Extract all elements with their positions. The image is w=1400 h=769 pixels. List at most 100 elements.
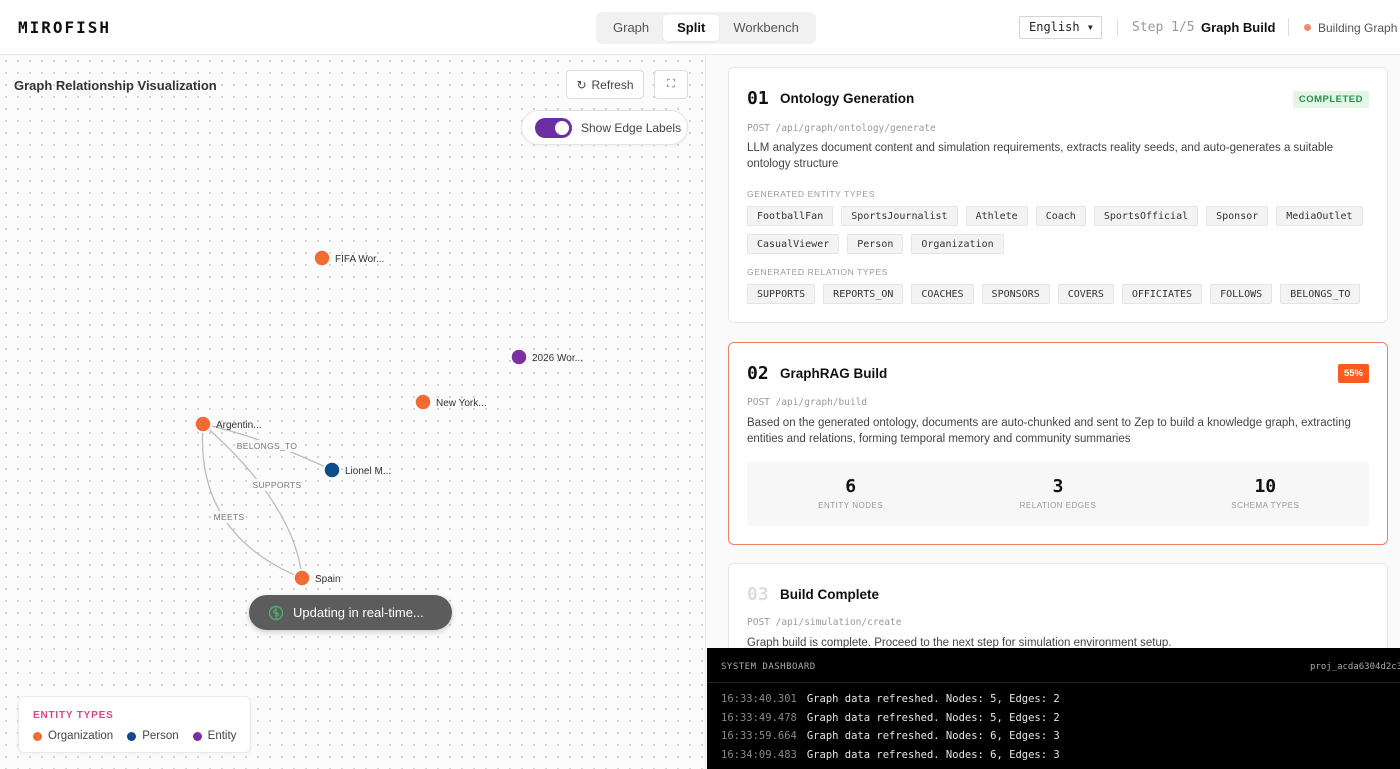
relation-types-label: GENERATED RELATION TYPES xyxy=(747,267,888,277)
relation-type-chip: OFFICIATES xyxy=(1121,284,1203,304)
legend-item-organization: Organization xyxy=(33,730,113,742)
build-status: Building Graph xyxy=(1318,21,1398,35)
relation-type-chip: SPONSORS xyxy=(981,284,1050,304)
tab-workbench[interactable]: Workbench xyxy=(719,15,813,41)
log-time: 16:33:49.478 xyxy=(721,711,797,724)
node-label: FIFA Wor... xyxy=(335,254,384,265)
person-dot-icon xyxy=(127,731,137,741)
language-select[interactable]: English ▾ xyxy=(1019,16,1102,39)
edge-labels-toggle[interactable]: Show Edge Labels xyxy=(521,110,688,145)
brand-logo: MIROFISH xyxy=(18,18,112,37)
relation-type-chip: BELONGS_TO xyxy=(1280,284,1361,304)
step-number: 01 xyxy=(747,88,769,109)
log-message: Graph data refreshed. Nodes: 6, Edges: 3 xyxy=(806,748,1060,761)
graph-node[interactable] xyxy=(313,249,331,267)
entity-type-chip: SportsJournalist xyxy=(841,206,958,226)
edge-label: SUPPORTS xyxy=(252,480,301,490)
api-endpoint: POST /api/graph/ontology/generate xyxy=(747,123,936,134)
entity-types-label: GENERATED ENTITY TYPES xyxy=(747,189,875,199)
system-dashboard: SYSTEM DASHBOARD proj_acda6304d2c3 16:33… xyxy=(707,648,1400,769)
fullscreen-button[interactable]: ⛶ xyxy=(654,70,688,99)
panel-title: Graph Relationship Visualization xyxy=(14,78,217,93)
toggle-label: Show Edge Labels xyxy=(581,120,682,135)
relation-type-chip: COACHES xyxy=(911,284,974,304)
graph-node[interactable] xyxy=(293,569,311,587)
legend-item-entity: Entity xyxy=(192,730,237,742)
toggle-switch[interactable] xyxy=(535,117,572,138)
entity-type-chip: MediaOutlet xyxy=(1276,206,1363,226)
node-label: Lionel M... xyxy=(345,466,391,477)
log-entry: 16:33:49.478 Graph data refreshed. Nodes:… xyxy=(721,709,1060,728)
step-description: LLM analyzes document content and simula… xyxy=(747,142,1334,170)
entity-type-chip: Coach xyxy=(1035,206,1086,226)
node-label: Argentin... xyxy=(216,420,262,431)
log-time: 16:33:40.301 xyxy=(721,693,797,705)
build-stats: 6 ENTITY NODES 3 RELATION EDGES 10 SCHEM… xyxy=(747,462,1369,526)
log-time: 16:33:59.664 xyxy=(721,730,797,742)
log-list: 16:33:40.301 Graph data refreshed. Nodes:… xyxy=(721,690,1060,764)
step-description: Based on the generated ontology, documen… xyxy=(747,417,1351,445)
legend-item-person: Person xyxy=(127,730,179,742)
entity-types-list: FootballFan SportsJournalist Athlete Coa… xyxy=(747,206,1377,254)
graph-node[interactable] xyxy=(510,348,528,366)
step-card-graphrag: 02 GraphRAG Build 55% POST /api/graph/bu… xyxy=(728,342,1388,545)
stat-entity-nodes: 6 ENTITY NODES xyxy=(747,462,954,526)
tab-graph[interactable]: Graph xyxy=(599,15,663,41)
graph-edges: BELONGS_TO SUPPORTS MEETS xyxy=(201,423,333,579)
node-label: Spain xyxy=(315,574,341,585)
status-badge: COMPLETED xyxy=(1292,91,1369,108)
entity-legend: ENTITY TYPES Organization Person Entity xyxy=(18,696,251,753)
entity-type-chip: Organization xyxy=(911,234,1004,254)
log-message: Graph data refreshed. Nodes: 5, Edges: 2 xyxy=(806,693,1060,705)
stat-value: 6 xyxy=(845,476,857,497)
edge-label: MEETS xyxy=(214,512,245,522)
graph-nodes: FIFA Wor... 2026 Wor... New York... Argenti… xyxy=(194,249,583,587)
view-switch: Graph Split Workbench xyxy=(596,12,816,44)
log-entry: 16:33:59.664 Graph data refreshed. Nodes:… xyxy=(721,727,1060,746)
stat-value: 3 xyxy=(1052,476,1064,497)
stat-label: SCHEMA TYPES xyxy=(1231,501,1300,510)
graph-node[interactable] xyxy=(194,415,212,433)
header-divider xyxy=(1117,18,1118,36)
relation-types-list: SUPPORTS REPORTS_ON COACHES SPONSORS COV… xyxy=(747,284,1377,304)
updating-text: Updating in real-time... xyxy=(293,605,424,620)
refresh-label: Refresh xyxy=(591,77,634,92)
entity-type-chip: Sponsor xyxy=(1206,206,1269,226)
legend-label: Entity xyxy=(207,730,237,742)
entity-type-chip: FootballFan xyxy=(747,206,834,226)
step-counter: Step 1/5 xyxy=(1132,20,1195,35)
dashboard-divider xyxy=(707,682,1400,683)
updating-toast: Updating in real-time... xyxy=(249,595,452,630)
organization-dot-icon xyxy=(33,731,42,741)
stat-schema-types: 10 SCHEMA TYPES xyxy=(1162,462,1369,526)
refresh-button[interactable]: ↻ Refresh xyxy=(566,70,644,99)
stat-value: 10 xyxy=(1254,476,1277,497)
step-name: Graph Build xyxy=(1201,20,1276,35)
graph-canvas[interactable]: BELONGS_TO SUPPORTS MEETS FIFA Wor... 2026 … xyxy=(0,55,706,769)
log-entry: 16:34:09.483 Graph data refreshed. Nodes:… xyxy=(721,746,1060,765)
tab-split[interactable]: Split xyxy=(663,15,720,41)
progress-badge: 55% xyxy=(1337,364,1369,383)
node-label: New York... xyxy=(436,398,487,409)
step-number: 02 xyxy=(747,363,769,384)
step-number: 03 xyxy=(747,584,769,605)
node-label: 2026 Wor... xyxy=(532,353,583,364)
relation-type-chip: FOLLOWS xyxy=(1210,284,1273,304)
relation-type-chip: REPORTS_ON xyxy=(823,284,904,304)
edge-label: BELONGS_TO xyxy=(237,441,298,451)
toggle-knob xyxy=(555,120,569,135)
legend-title: ENTITY TYPES xyxy=(33,710,114,721)
fullscreen-icon: ⛶ xyxy=(667,78,675,90)
status-dot-icon xyxy=(1304,24,1311,31)
log-message: Graph data refreshed. Nodes: 5, Edges: 2 xyxy=(806,711,1060,724)
entity-type-chip: SportsOfficial xyxy=(1093,206,1199,226)
entity-dot-icon xyxy=(192,731,202,741)
app-header: MIROFISH Graph Split Workbench English ▾… xyxy=(0,0,1400,55)
graph-node[interactable] xyxy=(414,393,432,411)
graph-node[interactable] xyxy=(323,461,341,479)
refresh-icon: ↻ xyxy=(576,77,587,92)
step-title: Ontology Generation xyxy=(780,91,915,106)
step-title: GraphRAG Build xyxy=(780,366,888,381)
step-card-ontology: 01 Ontology Generation COMPLETED POST /a… xyxy=(728,67,1388,323)
stat-label: ENTITY NODES xyxy=(818,501,884,510)
